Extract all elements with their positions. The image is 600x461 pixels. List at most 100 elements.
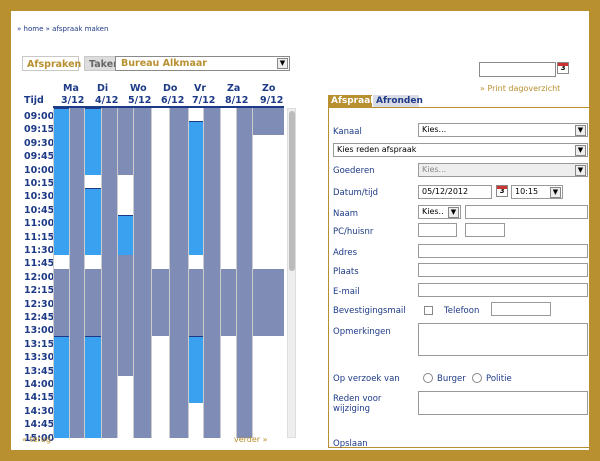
address-input[interactable] [418,244,588,258]
time-column-label: Tijd [24,95,44,106]
time-slot[interactable] [85,416,101,430]
time-slot[interactable] [189,242,203,256]
time-slot[interactable] [54,349,69,363]
time-slot[interactable] [54,228,69,242]
time-slot[interactable] [54,188,69,202]
calendar-grid[interactable] [53,108,284,438]
time-slot[interactable] [85,389,101,403]
time-slot[interactable] [189,134,203,149]
time-slot [70,402,84,417]
name-input[interactable] [465,205,588,219]
date-input[interactable]: 05/12/2012 [418,185,492,199]
datetime-label: Datum/tijd [333,188,379,198]
time-slot[interactable] [85,402,101,417]
time-slot[interactable] [189,161,203,175]
time-slot[interactable] [54,121,69,135]
phone-input[interactable] [491,302,551,316]
time-slot[interactable] [54,389,69,403]
time-slot [221,416,236,430]
time-label: 11:30 [24,245,55,256]
time-slot[interactable] [85,121,101,135]
save-button[interactable]: Opslaan [333,439,368,449]
time-slot [102,309,117,323]
police-radio[interactable] [472,373,482,383]
time-slot[interactable] [85,362,101,376]
location-select[interactable]: Bureau Alkmaar ▼ [115,56,290,71]
time-slot[interactable] [85,188,101,202]
time-slot[interactable] [54,335,69,350]
time-slot[interactable] [85,376,101,390]
breadcrumb-home[interactable]: home [24,25,44,33]
time-slot[interactable] [189,215,203,229]
tab-afronden[interactable]: Afronden [373,95,423,107]
time-slot[interactable] [54,108,69,122]
time-slot[interactable] [54,175,69,189]
time-slot[interactable] [85,148,101,162]
email-input[interactable] [418,283,588,297]
time-slot[interactable] [189,376,203,390]
time-slot [134,416,151,430]
time-slot[interactable] [189,362,203,376]
time-slot [102,242,117,256]
time-slot[interactable] [118,228,133,242]
time-slot[interactable] [189,201,203,216]
house-number-input[interactable] [465,223,505,237]
calendar-icon[interactable]: 3 [557,62,569,74]
time-slot[interactable] [54,362,69,376]
time-slot[interactable] [189,121,203,135]
time-slot[interactable] [54,134,69,149]
tab-afspraak[interactable]: Afspraak [328,95,376,107]
next-week-link[interactable]: verder » [234,435,268,444]
time-select[interactable]: 10:15 ▼ [511,185,563,199]
time-slot[interactable] [189,188,203,202]
time-slot [70,108,84,122]
time-slot[interactable] [85,215,101,229]
time-slot[interactable] [85,242,101,256]
time-slot[interactable] [54,201,69,216]
confirm-mail-checkbox[interactable] [424,306,433,315]
time-slot[interactable] [54,416,69,430]
notes-textarea[interactable] [418,323,588,356]
time-slot[interactable] [118,242,133,256]
time-slot [253,201,284,216]
time-slot [170,309,188,323]
change-reason-textarea[interactable] [418,391,588,415]
time-slot[interactable] [85,335,101,350]
time-slot[interactable] [189,335,203,350]
reason-select[interactable]: Kies reden afspraak ▼ [333,143,588,157]
time-slot[interactable] [85,108,101,122]
channel-select[interactable]: Kies... ▼ [418,123,588,137]
time-slot[interactable] [189,389,203,403]
time-slot[interactable] [189,148,203,162]
print-overview-link[interactable]: » Print dagoverzicht [480,84,560,93]
time-slot[interactable] [54,429,69,438]
scrollbar-thumb[interactable] [289,111,295,271]
prev-week-link[interactable]: « terug [22,435,51,444]
tab-afspraken[interactable]: Afspraken [22,56,81,71]
email-label: E-mail [333,287,360,297]
time-slot[interactable] [85,349,101,363]
time-slot[interactable] [54,402,69,417]
time-slot[interactable] [85,201,101,216]
postal-code-input[interactable] [418,223,457,237]
time-slot[interactable] [54,376,69,390]
time-slot[interactable] [85,429,101,438]
citizen-radio[interactable] [423,373,433,383]
time-slot[interactable] [189,349,203,363]
time-slot[interactable] [118,215,133,229]
name-prefix-select[interactable]: Kies.. ▼ [418,205,461,219]
time-slot[interactable] [85,134,101,149]
time-slot[interactable] [54,148,69,162]
time-slot[interactable] [85,228,101,242]
calendar-scrollbar[interactable] [287,108,296,438]
overview-date-input[interactable] [479,62,556,77]
channel-label: Kanaal [333,127,362,137]
city-input[interactable] [418,263,588,277]
time-slot[interactable] [54,161,69,175]
time-slot[interactable] [189,175,203,189]
calendar-icon[interactable]: 3 [496,185,508,197]
time-slot[interactable] [54,215,69,229]
time-slot[interactable] [54,242,69,256]
time-slot[interactable] [189,228,203,242]
time-slot[interactable] [85,161,101,175]
